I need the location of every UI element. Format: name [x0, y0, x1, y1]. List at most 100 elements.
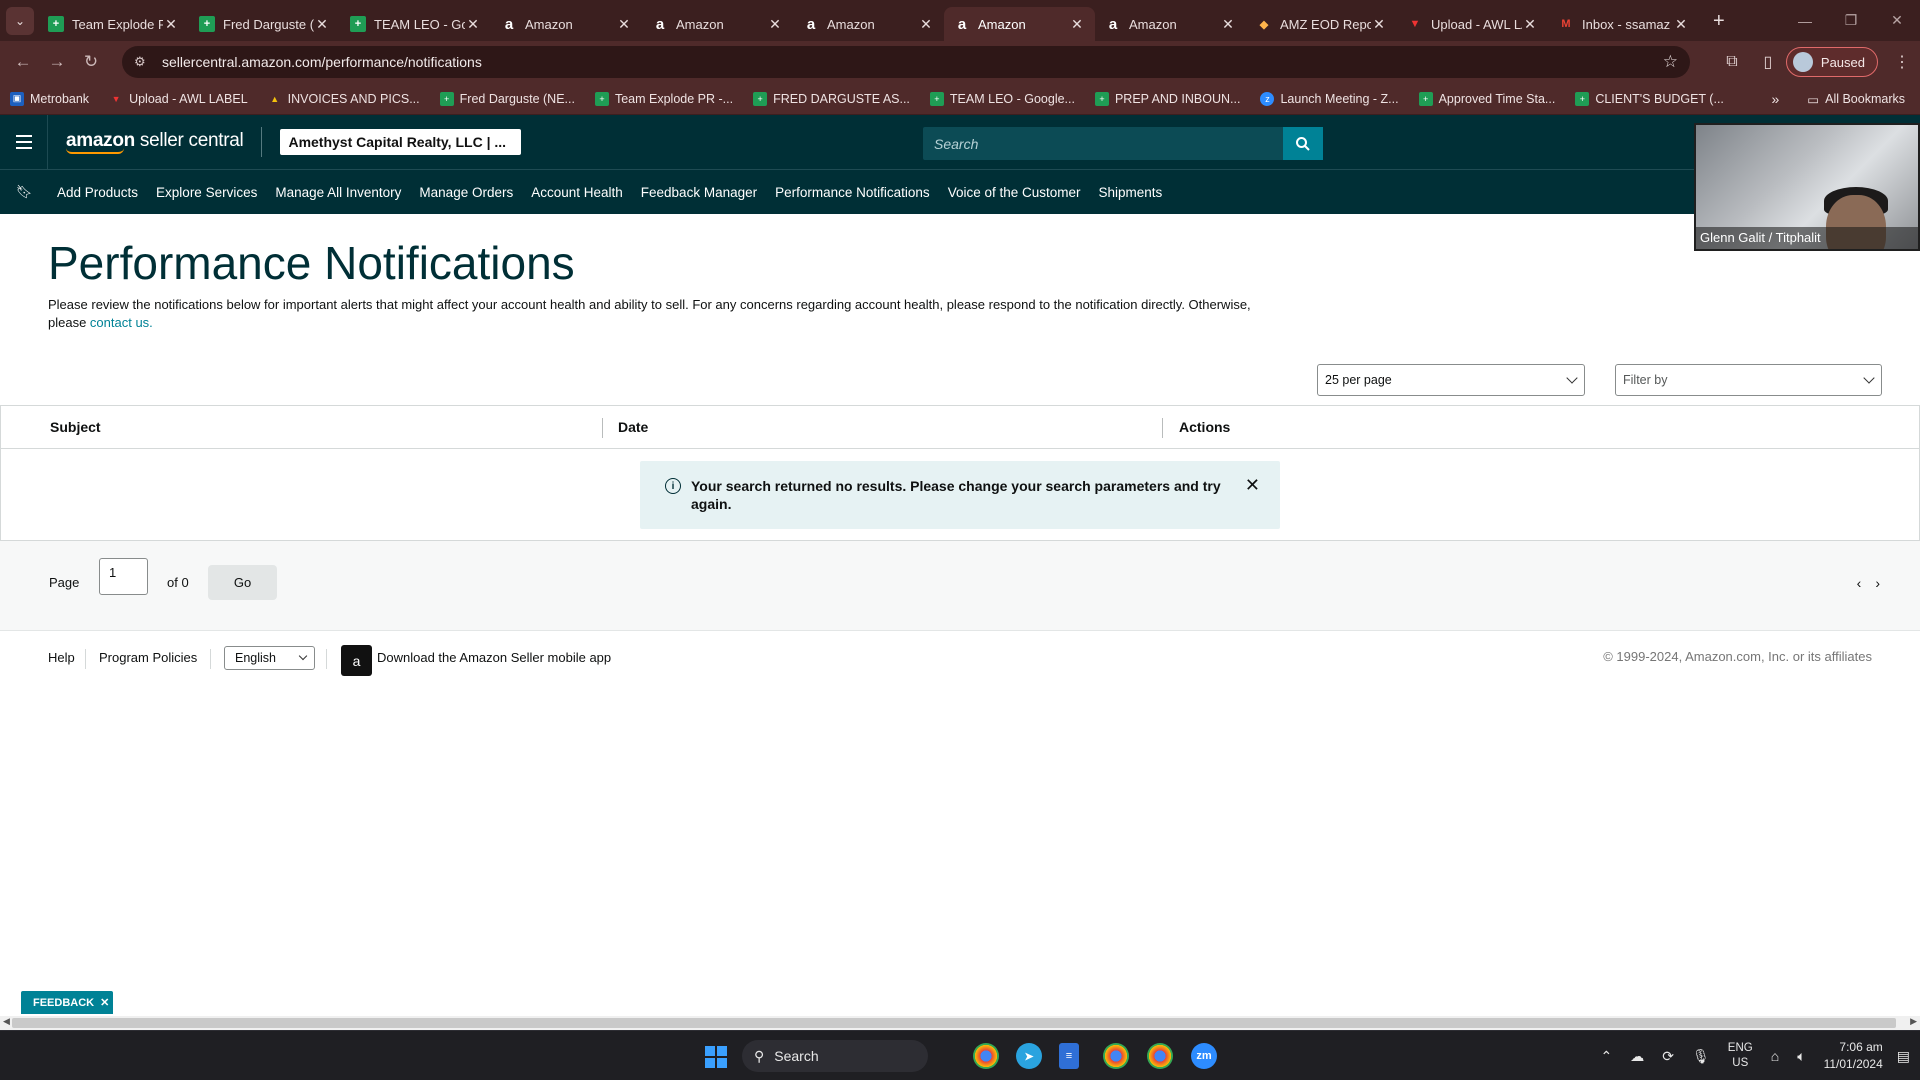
video-call-overlay[interactable]: Glenn Galit / Titphalit	[1694, 123, 1920, 251]
per-page-select[interactable]: 25 per page	[1317, 364, 1585, 396]
bookmark-item[interactable]: ▣ Metrobank	[10, 91, 89, 106]
nav-performance-notifications[interactable]: Performance Notifications	[775, 185, 930, 200]
nav-account-health[interactable]: Account Health	[531, 185, 623, 200]
all-bookmarks-button[interactable]: All Bookmarks	[1825, 92, 1905, 106]
clock[interactable]: 7:06 am 11/01/2024	[1824, 1039, 1883, 1073]
close-icon[interactable]: ✕	[1245, 476, 1260, 494]
chevron-left-icon[interactable]: ‹	[1857, 575, 1862, 591]
close-tab-icon[interactable]: ✕	[1371, 16, 1387, 33]
browser-tab[interactable]: ▼ Upload - AWL LABEL✕	[1397, 7, 1548, 41]
notepad-icon[interactable]: ≡	[1059, 1043, 1079, 1069]
zoom-icon[interactable]: zm	[1191, 1043, 1217, 1069]
close-tab-icon[interactable]: ✕	[163, 16, 179, 33]
close-tab-icon[interactable]: ✕	[1522, 16, 1538, 33]
horizontal-scrollbar[interactable]: ◀ ▶	[0, 1016, 1920, 1030]
address-bar[interactable]: ⚙ sellercentral.amazon.com/performance/n…	[122, 46, 1690, 78]
nav-feedback-manager[interactable]: Feedback Manager	[641, 185, 757, 200]
close-tab-icon[interactable]: ✕	[918, 16, 934, 33]
filter-select[interactable]: Filter by	[1615, 364, 1882, 396]
back-icon[interactable]: ←	[6, 52, 40, 72]
bookmark-item[interactable]: + Approved Time Sta...	[1418, 91, 1555, 106]
window-close-icon[interactable]: ✕	[1874, 12, 1920, 29]
tab-search-button[interactable]: ⌄	[6, 7, 34, 35]
chevron-right-icon[interactable]: ›	[1875, 575, 1880, 591]
bookmark-star-icon[interactable]: ☆	[1663, 52, 1678, 72]
close-tab-icon[interactable]: ✕	[1673, 16, 1689, 33]
bookmark-item[interactable]: + PREP AND INBOUN...	[1094, 91, 1240, 106]
chevron-up-icon[interactable]: ⌃	[1601, 1048, 1613, 1065]
microphone-icon[interactable]: 🎙︎	[1692, 1048, 1710, 1065]
browser-tab[interactable]: ◆ AMZ EOD Report✕	[1246, 7, 1397, 41]
nav-manage-inventory[interactable]: Manage All Inventory	[275, 185, 401, 200]
nav-voice-of-customer[interactable]: Voice of the Customer	[948, 185, 1081, 200]
help-link[interactable]: Help	[48, 650, 75, 665]
nav-add-products[interactable]: Add Products	[57, 185, 138, 200]
restore-icon[interactable]: ❐	[1828, 12, 1874, 29]
go-button[interactable]: Go	[208, 565, 277, 600]
chrome-alt-profile-icon[interactable]	[1147, 1043, 1173, 1069]
close-tab-icon[interactable]: ✕	[616, 16, 632, 33]
nav-shipments[interactable]: Shipments	[1099, 185, 1163, 200]
reload-icon[interactable]: ↻	[74, 52, 108, 72]
language-indicator[interactable]: ENG US	[1728, 1041, 1753, 1071]
bookmark-item[interactable]: + Team Explode PR -...	[594, 91, 733, 106]
bookmark-item[interactable]: + Fred Darguste (NE...	[439, 91, 575, 106]
notification-icon[interactable]: ▤	[1897, 1048, 1910, 1065]
close-tab-icon[interactable]: ✕	[1220, 16, 1236, 33]
nav-manage-orders[interactable]: Manage Orders	[419, 185, 513, 200]
sync-icon[interactable]: ⟳	[1662, 1048, 1674, 1065]
browser-tab[interactable]: + TEAM LEO - Google✕	[340, 7, 491, 41]
search-button[interactable]	[1283, 127, 1323, 160]
taskbar-search[interactable]: ⚲ Search	[742, 1040, 928, 1072]
chrome-icon[interactable]	[1103, 1043, 1129, 1069]
network-icon[interactable]: ⌂	[1771, 1048, 1779, 1064]
browser-tab[interactable]: a Amazon ✕	[491, 7, 642, 41]
scroll-left-icon[interactable]: ◀	[3, 1016, 10, 1027]
close-tab-icon[interactable]: ✕	[465, 16, 481, 33]
telegram-icon[interactable]: ➤	[1016, 1043, 1042, 1069]
bookmark-item[interactable]: z Launch Meeting - Z...	[1260, 91, 1399, 106]
windows-start-icon[interactable]	[705, 1046, 727, 1068]
browser-tab[interactable]: a Amazon ✕	[642, 7, 793, 41]
scrollbar-thumb[interactable]	[12, 1018, 1896, 1028]
program-policies-link[interactable]: Program Policies	[99, 650, 197, 665]
contact-us-link[interactable]: contact us.	[90, 315, 153, 330]
browser-tab[interactable]: a Amazon ✕	[1095, 7, 1246, 41]
nav-explore-services[interactable]: Explore Services	[156, 185, 257, 200]
close-icon[interactable]: ✕	[100, 996, 109, 1009]
browser-tab-active[interactable]: a Amazon ✕	[944, 7, 1095, 41]
browser-tab[interactable]: M Inbox - ssamaz ✕	[1548, 7, 1699, 41]
search-input[interactable]: Search	[923, 127, 1323, 160]
column-subject[interactable]: Subject	[50, 419, 101, 435]
new-tab-icon[interactable]: +	[1713, 10, 1725, 33]
extensions-icon[interactable]: ⧉	[1714, 53, 1750, 71]
column-date[interactable]: Date	[618, 419, 648, 435]
site-info-icon[interactable]: ⚙	[134, 54, 152, 70]
bookmark-icon[interactable]: 🔖︎	[0, 184, 48, 200]
bookmark-item[interactable]: + FRED DARGUSTE AS...	[753, 91, 910, 106]
chevron-right-icon[interactable]: »	[1772, 91, 1780, 107]
bookmark-item[interactable]: + TEAM LEO - Google...	[929, 91, 1075, 106]
forward-icon[interactable]: →	[40, 52, 74, 72]
menu-icon[interactable]: ⋮	[1884, 52, 1920, 72]
volume-icon[interactable]: 🔈︎	[1797, 1048, 1805, 1065]
download-app-link[interactable]: Download the Amazon Seller mobile app	[377, 650, 611, 665]
close-tab-icon[interactable]: ✕	[1069, 16, 1085, 33]
account-switcher[interactable]: Amethyst Capital Realty, LLC | ...	[280, 129, 522, 155]
minimize-icon[interactable]: —	[1782, 13, 1828, 29]
browser-tab[interactable]: + Team Explode PR✕	[38, 7, 189, 41]
onedrive-icon[interactable]: ☁	[1630, 1048, 1644, 1065]
close-tab-icon[interactable]: ✕	[314, 16, 330, 33]
bookmark-item[interactable]: ▲ INVOICES AND PICS...	[268, 92, 419, 106]
bookmark-item[interactable]: + CLIENT'S BUDGET (...	[1575, 91, 1724, 106]
seller-central-logo[interactable]: amazon seller central	[66, 130, 244, 154]
profile-button[interactable]: Paused	[1785, 47, 1878, 77]
browser-tab[interactable]: a Amazon ✕	[793, 7, 944, 41]
page-number-input[interactable]: 1	[99, 558, 148, 595]
bookmark-item[interactable]: ▼ Upload - AWL LABEL	[109, 92, 248, 106]
hamburger-menu-icon[interactable]	[0, 115, 48, 169]
feedback-button[interactable]: FEEDBACK ✕	[21, 991, 113, 1014]
language-select[interactable]: English	[224, 646, 315, 670]
side-panel-icon[interactable]: ▯	[1750, 52, 1786, 72]
close-tab-icon[interactable]: ✕	[767, 16, 783, 33]
